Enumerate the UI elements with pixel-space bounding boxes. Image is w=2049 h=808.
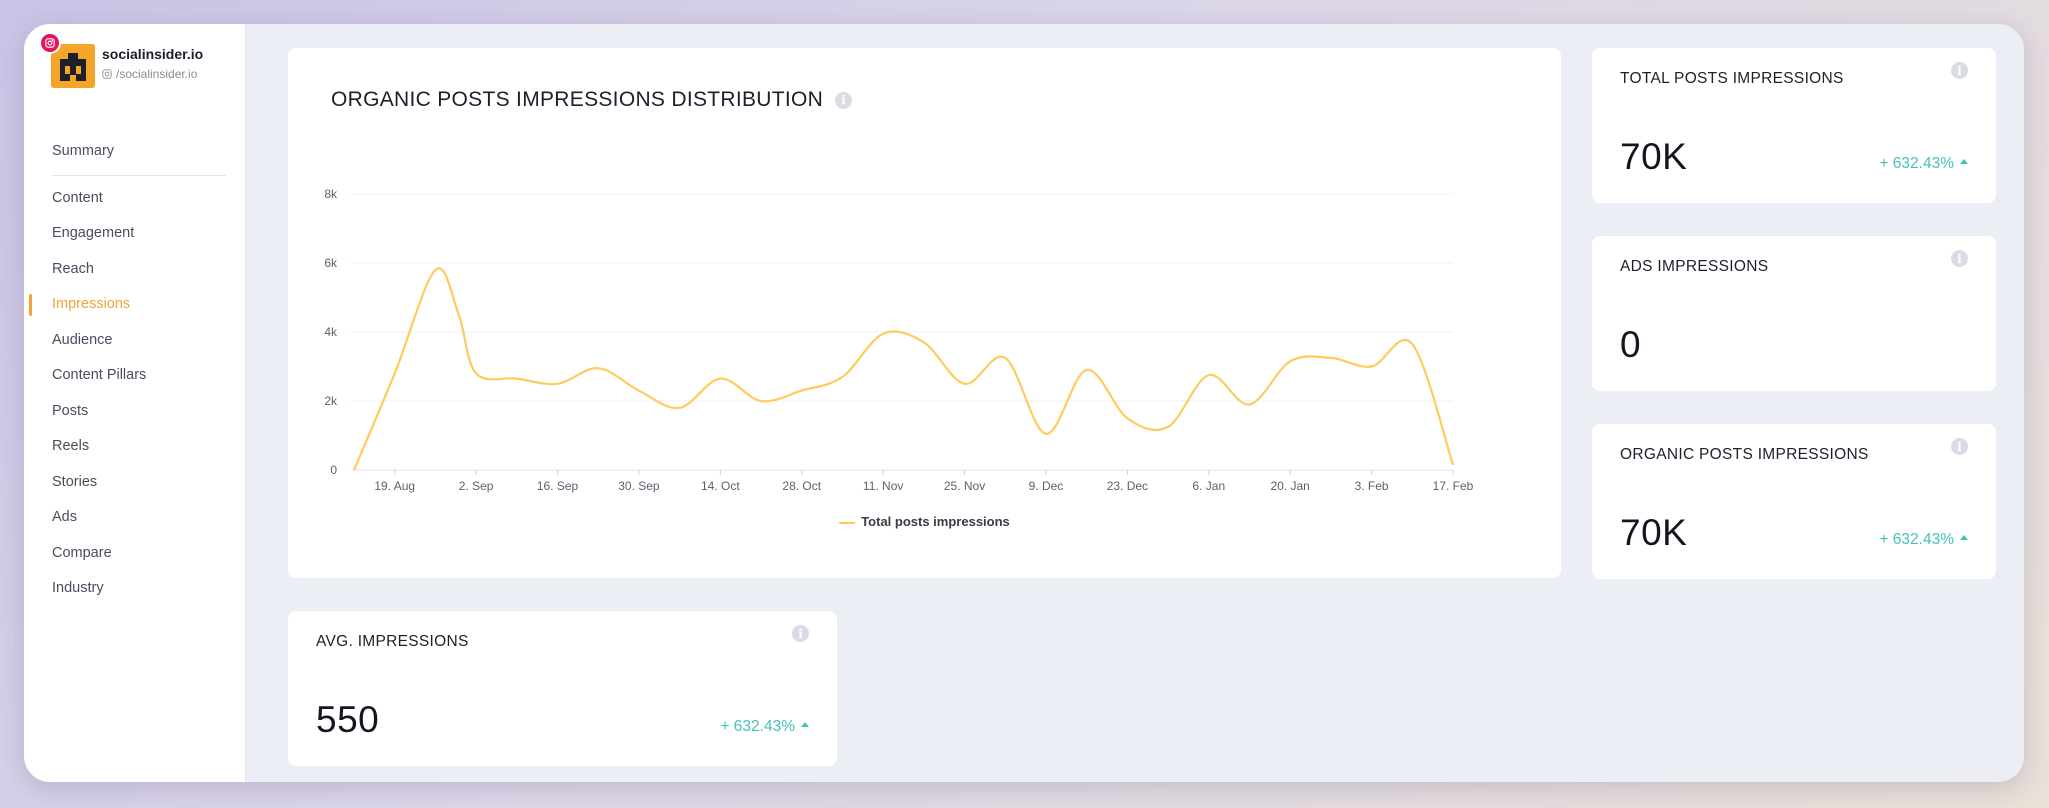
impressions-distribution-card: ORGANIC POSTS IMPRESSIONS DISTRIBUTION i… (288, 48, 1561, 578)
avg-impressions-card: AVG. IMPRESSIONS i 550 + 632.43% (288, 611, 837, 766)
legend-swatch (839, 521, 856, 524)
sidebar-item-stories[interactable]: Stories (24, 465, 246, 501)
total-impressions-card: TOTAL POSTS IMPRESSIONS i 70K + 632.43% (1592, 48, 1996, 203)
x-tick-label: 30. Sep (618, 479, 660, 493)
sidebar-item-ads[interactable]: Ads (24, 500, 246, 536)
sidebar-item-content[interactable]: Content (24, 181, 246, 217)
stat-value: 0 (1620, 324, 1642, 365)
line-chart: 0 2k 4k 6k 8k 19. Aug 2. Sep 16. Sep 30. Sep 14. … (324, 187, 1474, 493)
x-tick-label: 19. Aug (374, 479, 415, 493)
x-tick-label: 2. Sep (459, 479, 494, 493)
sidebar-item-summary[interactable]: Summary (24, 134, 246, 175)
info-icon[interactable]: i (1951, 250, 1968, 267)
stat-change-value: + 632.43% (1879, 155, 1954, 172)
up-arrow-icon (1960, 535, 1968, 541)
sidebar-item-impressions[interactable]: Impressions (24, 287, 246, 323)
organic-impressions-card: ORGANIC POSTS IMPRESSIONS i 70K + 632.43… (1592, 424, 1996, 579)
x-tick-label: 20. Jan (1270, 479, 1309, 493)
stat-value: 550 (316, 699, 380, 740)
up-arrow-icon (1960, 159, 1968, 165)
y-tick-label: 2k (324, 394, 338, 408)
x-tick-label: 25. Nov (944, 479, 985, 493)
x-tick-label: 3. Feb (1355, 479, 1389, 493)
profile-header[interactable]: socialinsider.io /socialinsider.io (39, 32, 241, 108)
stat-change: + 632.43% (720, 718, 809, 736)
stat-value: 70K (1620, 512, 1688, 553)
profile-handle-row: /socialinsider.io (102, 67, 197, 81)
series-line-total-posts-impressions (352, 267, 1455, 471)
sidebar-item-engagement[interactable]: Engagement (24, 216, 246, 252)
stat-title: AVG. IMPRESSIONS (316, 633, 469, 650)
x-tick-label: 9. Dec (1029, 479, 1064, 493)
x-tick-label: 28. Oct (782, 479, 821, 493)
y-tick-label: 6k (324, 256, 338, 270)
sidebar-item-reach[interactable]: Reach (24, 252, 246, 288)
stat-change-value: + 632.43% (1879, 531, 1954, 548)
sidebar-item-content-pillars[interactable]: Content Pillars (24, 358, 246, 394)
stat-change-value: + 632.43% (720, 718, 795, 735)
stat-change: + 632.43% (1879, 155, 1968, 173)
sidebar-item-compare[interactable]: Compare (24, 536, 246, 572)
x-tick-label: 16. Sep (537, 479, 579, 493)
up-arrow-icon (801, 722, 809, 728)
chart-legend[interactable]: Total posts impressions (288, 514, 1561, 529)
x-tick-label: 11. Nov (863, 479, 903, 493)
x-tick-label: 23. Dec (1107, 479, 1148, 493)
legend-label: Total posts impressions (861, 514, 1010, 529)
profile-handle: /socialinsider.io (116, 67, 198, 81)
info-icon[interactable]: i (1951, 62, 1968, 79)
x-tick-label: 14. Oct (701, 479, 740, 493)
app-window: socialinsider.io /socialinsider.io Summa… (24, 24, 2024, 782)
y-tick-label: 8k (324, 187, 338, 201)
sidebar: socialinsider.io /socialinsider.io Summa… (24, 24, 246, 782)
sidebar-item-audience[interactable]: Audience (24, 323, 246, 359)
x-tick-label: 6. Jan (1192, 479, 1225, 493)
stat-title: ADS IMPRESSIONS (1620, 258, 1769, 275)
profile-name: socialinsider.io (102, 46, 204, 62)
stat-change: + 632.43% (1879, 531, 1968, 549)
info-icon[interactable]: i (1951, 438, 1968, 455)
instagram-icon (39, 32, 61, 54)
y-tick-label: 4k (324, 325, 338, 339)
sidebar-item-posts[interactable]: Posts (24, 394, 246, 430)
stat-title: TOTAL POSTS IMPRESSIONS (1620, 70, 1844, 87)
sidebar-nav: Summary Content Engagement Reach Impress… (24, 134, 246, 607)
stat-title: ORGANIC POSTS IMPRESSIONS (1620, 446, 1869, 463)
instagram-small-icon (102, 69, 112, 79)
x-tick-label: 17. Feb (1433, 479, 1474, 493)
y-tick-label: 0 (330, 463, 337, 477)
ads-impressions-card: ADS IMPRESSIONS i 0 (1592, 236, 1996, 391)
sidebar-item-industry[interactable]: Industry (24, 571, 246, 607)
stat-value: 70K (1620, 136, 1688, 177)
info-icon[interactable]: i (792, 625, 809, 642)
sidebar-item-reels[interactable]: Reels (24, 429, 246, 465)
